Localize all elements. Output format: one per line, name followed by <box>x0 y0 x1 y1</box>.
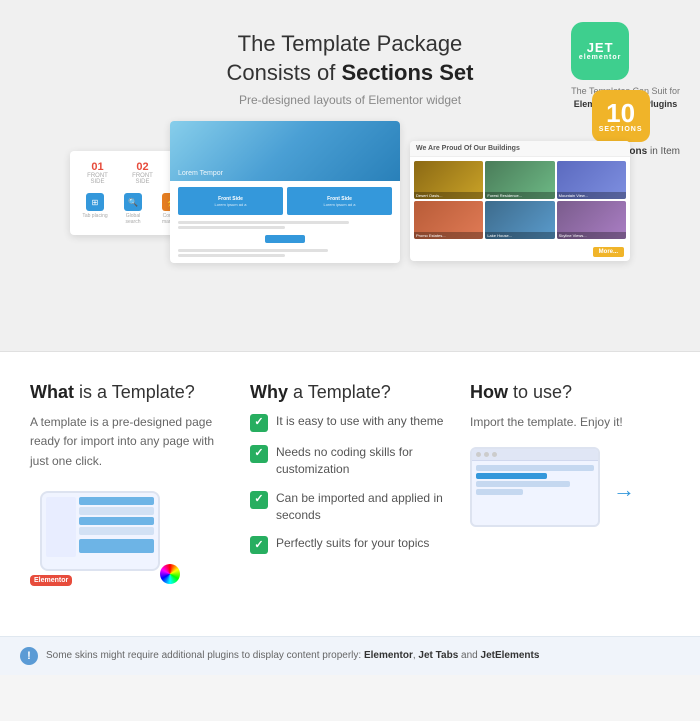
preview-right-footer: More... <box>410 243 630 261</box>
elementor-logo-mini: Elementor <box>30 575 72 586</box>
preview-middle-panel: Lorem Tempor Front Side Lorem ipsum ad a… <box>170 121 400 263</box>
tab-01: 01 FRONT SIDE <box>80 161 115 185</box>
preview-cards: Front Side Lorem ipsum ad a Front Side L… <box>178 187 392 215</box>
check-icon-3 <box>250 491 268 509</box>
title-bold-prefix: Consists of <box>227 60 342 85</box>
why-heading-strong: Why <box>250 382 288 402</box>
jet-logo: JET elementor <box>571 22 629 80</box>
checklist-item-3: Can be imported and applied in seconds <box>250 490 450 524</box>
card-front-1: Front Side Lorem ipsum ad a <box>178 187 283 215</box>
how-screen <box>470 447 600 527</box>
how-illustration: → <box>470 447 630 547</box>
what-column: What is a Template? A template is a pre-… <box>30 382 230 586</box>
why-column: Why a Template? It is easy to use with a… <box>250 382 450 586</box>
laptop-sidebar <box>46 497 76 557</box>
preview-area: 01 FRONT SIDE 02 FRONT SIDE 03 FRONT SID… <box>70 121 630 331</box>
check-icon-4 <box>250 536 268 554</box>
preview-text-lines <box>178 221 392 257</box>
why-checklist: It is easy to use with any theme Needs n… <box>250 413 450 554</box>
how-heading-suffix: to use? <box>508 382 572 402</box>
preview-right-header: We Are Proud Of Our Buildings <box>410 141 630 157</box>
checklist-item-1: It is easy to use with any theme <box>250 413 450 432</box>
grid-item-1: Desert Oasis... <box>414 161 483 199</box>
how-heading-strong: How <box>470 382 508 402</box>
title-line1: The Template Package <box>238 31 463 56</box>
notice-icon: ! <box>20 647 38 665</box>
title-bold: Sections Set <box>341 60 473 85</box>
title-area: The Template Package Consists of Section… <box>227 30 474 87</box>
preview-middle-body: Front Side Lorem ipsum ad a Front Side L… <box>170 181 400 263</box>
why-heading-suffix: a Template? <box>288 382 391 402</box>
preview-image-grid: Desert Oasis... Forest Residence... Moun… <box>410 157 630 243</box>
icon-global-search: 🔍 Global search <box>118 193 148 225</box>
grid-item-3: Mountain View... <box>557 161 626 199</box>
what-heading-strong: What <box>30 382 74 402</box>
preview-right-panel: We Are Proud Of Our Buildings Desert Oas… <box>410 141 630 261</box>
arrow-right-icon: → <box>613 477 635 503</box>
info-grid: What is a Template? A template is a pre-… <box>30 382 670 586</box>
card-front-2: Front Side Lorem ipsum ad a <box>287 187 392 215</box>
checklist-item-4: Perfectly suits for your topics <box>250 535 450 554</box>
plugin1-label: Elementor <box>364 650 413 661</box>
subtitle: Pre-designed layouts of Elementor widget <box>239 93 461 107</box>
notice-text: Some skins might require additional plug… <box>46 649 539 663</box>
plugin2-label: Jet Tabs <box>418 650 458 661</box>
what-illustration: Elementor <box>30 486 190 586</box>
bottom-section: What is a Template? A template is a pre-… <box>0 352 700 636</box>
footer-notice: ! Some skins might require additional pl… <box>0 636 700 675</box>
color-wheel-icon <box>160 564 180 584</box>
what-body: A template is a pre-designed page ready … <box>30 413 230 471</box>
icon-tab-placing: ⊞ Tab placing <box>80 193 110 225</box>
laptop-main <box>79 497 154 557</box>
preview-hero: Lorem Tempor <box>170 121 400 181</box>
how-column: How to use? Import the template. Enjoy i… <box>470 382 670 586</box>
tab-02: 02 FRONT SIDE <box>125 161 160 185</box>
notice-prefix: Some skins might require additional plug… <box>46 650 364 661</box>
grid-item-4: Promo Estates... <box>414 201 483 239</box>
grid-item-6: Skyline Views... <box>557 201 626 239</box>
how-body: Import the template. Enjoy it! <box>470 413 670 432</box>
plugin3-label: JetElements <box>481 650 540 661</box>
jet-logo-text: JET <box>587 41 614 54</box>
check-icon-2 <box>250 445 268 463</box>
checklist-text-4: Perfectly suits for your topics <box>276 535 429 552</box>
checklist-text-1: It is easy to use with any theme <box>276 413 443 430</box>
grid-item-5: Lake House... <box>485 201 554 239</box>
more-button[interactable]: More... <box>593 247 624 257</box>
top-section: The Template Package Consists of Section… <box>0 0 700 351</box>
check-icon-1 <box>250 414 268 432</box>
what-heading-suffix: is a Template? <box>74 382 195 402</box>
checklist-text-3: Can be imported and applied in seconds <box>276 490 450 524</box>
checklist-text-2: Needs no coding skills for customization <box>276 444 450 478</box>
grid-item-2: Forest Residence... <box>485 161 554 199</box>
checklist-item-2: Needs no coding skills for customization <box>250 444 450 478</box>
laptop-mockup <box>40 491 160 571</box>
jet-logo-sub: elementor <box>579 54 621 61</box>
